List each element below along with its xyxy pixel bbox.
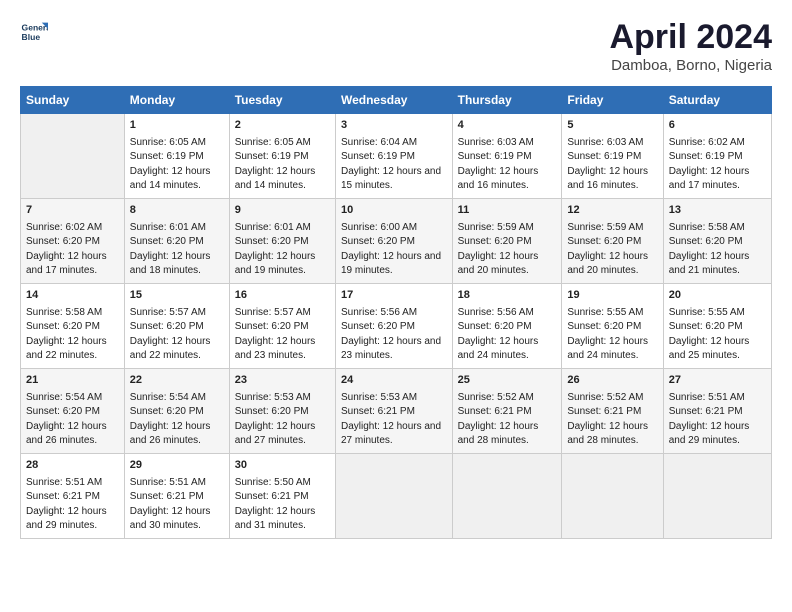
calendar-cell bbox=[21, 114, 125, 199]
day-number: 9 bbox=[235, 203, 330, 219]
calendar-table: Sunday Monday Tuesday Wednesday Thursday… bbox=[20, 86, 772, 539]
calendar-cell bbox=[452, 453, 562, 538]
calendar-cell: 13Sunrise: 5:58 AMSunset: 6:20 PMDayligh… bbox=[663, 198, 771, 283]
calendar-cell bbox=[663, 453, 771, 538]
calendar-cell: 4Sunrise: 6:03 AMSunset: 6:19 PMDaylight… bbox=[452, 114, 562, 199]
calendar-cell: 16Sunrise: 5:57 AMSunset: 6:20 PMDayligh… bbox=[229, 283, 335, 368]
day-number: 29 bbox=[130, 458, 224, 474]
calendar-cell: 19Sunrise: 5:55 AMSunset: 6:20 PMDayligh… bbox=[562, 283, 663, 368]
calendar-cell: 17Sunrise: 5:56 AMSunset: 6:20 PMDayligh… bbox=[335, 283, 452, 368]
logo-icon: General Blue bbox=[20, 18, 48, 46]
day-number: 10 bbox=[341, 203, 447, 219]
calendar-cell: 9Sunrise: 6:01 AMSunset: 6:20 PMDaylight… bbox=[229, 198, 335, 283]
calendar-cell: 15Sunrise: 5:57 AMSunset: 6:20 PMDayligh… bbox=[124, 283, 229, 368]
subtitle: Damboa, Borno, Nigeria bbox=[609, 57, 772, 74]
day-number: 18 bbox=[458, 288, 557, 304]
day-number: 20 bbox=[669, 288, 766, 304]
col-sunday: Sunday bbox=[21, 87, 125, 114]
col-saturday: Saturday bbox=[663, 87, 771, 114]
calendar-cell: 25Sunrise: 5:52 AMSunset: 6:21 PMDayligh… bbox=[452, 368, 562, 453]
calendar-cell: 14Sunrise: 5:58 AMSunset: 6:20 PMDayligh… bbox=[21, 283, 125, 368]
svg-text:Blue: Blue bbox=[22, 32, 41, 42]
day-number: 4 bbox=[458, 118, 557, 134]
day-number: 22 bbox=[130, 373, 224, 389]
day-number: 6 bbox=[669, 118, 766, 134]
calendar-cell bbox=[335, 453, 452, 538]
calendar-cell: 28Sunrise: 5:51 AMSunset: 6:21 PMDayligh… bbox=[21, 453, 125, 538]
calendar-cell: 27Sunrise: 5:51 AMSunset: 6:21 PMDayligh… bbox=[663, 368, 771, 453]
calendar-cell: 1Sunrise: 6:05 AMSunset: 6:19 PMDaylight… bbox=[124, 114, 229, 199]
day-number: 27 bbox=[669, 373, 766, 389]
calendar-cell: 30Sunrise: 5:50 AMSunset: 6:21 PMDayligh… bbox=[229, 453, 335, 538]
calendar-cell: 23Sunrise: 5:53 AMSunset: 6:20 PMDayligh… bbox=[229, 368, 335, 453]
col-wednesday: Wednesday bbox=[335, 87, 452, 114]
calendar-week-1: 7Sunrise: 6:02 AMSunset: 6:20 PMDaylight… bbox=[21, 198, 772, 283]
calendar-cell: 10Sunrise: 6:00 AMSunset: 6:20 PMDayligh… bbox=[335, 198, 452, 283]
day-number: 5 bbox=[567, 118, 657, 134]
header-row: General Blue April 2024 Damboa, Borno, N… bbox=[20, 18, 772, 74]
day-number: 12 bbox=[567, 203, 657, 219]
calendar-cell: 22Sunrise: 5:54 AMSunset: 6:20 PMDayligh… bbox=[124, 368, 229, 453]
calendar-cell: 21Sunrise: 5:54 AMSunset: 6:20 PMDayligh… bbox=[21, 368, 125, 453]
day-number: 1 bbox=[130, 118, 224, 134]
day-number: 14 bbox=[26, 288, 119, 304]
calendar-cell bbox=[562, 453, 663, 538]
calendar-cell: 20Sunrise: 5:55 AMSunset: 6:20 PMDayligh… bbox=[663, 283, 771, 368]
col-tuesday: Tuesday bbox=[229, 87, 335, 114]
col-monday: Monday bbox=[124, 87, 229, 114]
day-number: 19 bbox=[567, 288, 657, 304]
day-number: 16 bbox=[235, 288, 330, 304]
day-number: 28 bbox=[26, 458, 119, 474]
title-block: April 2024 Damboa, Borno, Nigeria bbox=[609, 18, 772, 74]
calendar-cell: 7Sunrise: 6:02 AMSunset: 6:20 PMDaylight… bbox=[21, 198, 125, 283]
calendar-cell: 18Sunrise: 5:56 AMSunset: 6:20 PMDayligh… bbox=[452, 283, 562, 368]
day-number: 30 bbox=[235, 458, 330, 474]
calendar-cell: 6Sunrise: 6:02 AMSunset: 6:19 PMDaylight… bbox=[663, 114, 771, 199]
calendar-week-2: 14Sunrise: 5:58 AMSunset: 6:20 PMDayligh… bbox=[21, 283, 772, 368]
day-number: 3 bbox=[341, 118, 447, 134]
calendar-cell: 5Sunrise: 6:03 AMSunset: 6:19 PMDaylight… bbox=[562, 114, 663, 199]
day-number: 7 bbox=[26, 203, 119, 219]
day-number: 8 bbox=[130, 203, 224, 219]
calendar-cell: 26Sunrise: 5:52 AMSunset: 6:21 PMDayligh… bbox=[562, 368, 663, 453]
logo: General Blue bbox=[20, 18, 48, 46]
main-title: April 2024 bbox=[609, 18, 772, 57]
day-number: 23 bbox=[235, 373, 330, 389]
day-number: 21 bbox=[26, 373, 119, 389]
calendar-week-4: 28Sunrise: 5:51 AMSunset: 6:21 PMDayligh… bbox=[21, 453, 772, 538]
day-number: 24 bbox=[341, 373, 447, 389]
day-number: 11 bbox=[458, 203, 557, 219]
calendar-cell: 11Sunrise: 5:59 AMSunset: 6:20 PMDayligh… bbox=[452, 198, 562, 283]
calendar-week-0: 1Sunrise: 6:05 AMSunset: 6:19 PMDaylight… bbox=[21, 114, 772, 199]
col-thursday: Thursday bbox=[452, 87, 562, 114]
calendar-week-3: 21Sunrise: 5:54 AMSunset: 6:20 PMDayligh… bbox=[21, 368, 772, 453]
day-number: 13 bbox=[669, 203, 766, 219]
calendar-cell: 24Sunrise: 5:53 AMSunset: 6:21 PMDayligh… bbox=[335, 368, 452, 453]
calendar-cell: 8Sunrise: 6:01 AMSunset: 6:20 PMDaylight… bbox=[124, 198, 229, 283]
day-number: 26 bbox=[567, 373, 657, 389]
day-number: 2 bbox=[235, 118, 330, 134]
day-number: 25 bbox=[458, 373, 557, 389]
header-row-days: Sunday Monday Tuesday Wednesday Thursday… bbox=[21, 87, 772, 114]
day-number: 15 bbox=[130, 288, 224, 304]
calendar-cell: 2Sunrise: 6:05 AMSunset: 6:19 PMDaylight… bbox=[229, 114, 335, 199]
day-number: 17 bbox=[341, 288, 447, 304]
calendar-cell: 3Sunrise: 6:04 AMSunset: 6:19 PMDaylight… bbox=[335, 114, 452, 199]
calendar-cell: 12Sunrise: 5:59 AMSunset: 6:20 PMDayligh… bbox=[562, 198, 663, 283]
calendar-cell: 29Sunrise: 5:51 AMSunset: 6:21 PMDayligh… bbox=[124, 453, 229, 538]
col-friday: Friday bbox=[562, 87, 663, 114]
page: General Blue April 2024 Damboa, Borno, N… bbox=[0, 0, 792, 612]
